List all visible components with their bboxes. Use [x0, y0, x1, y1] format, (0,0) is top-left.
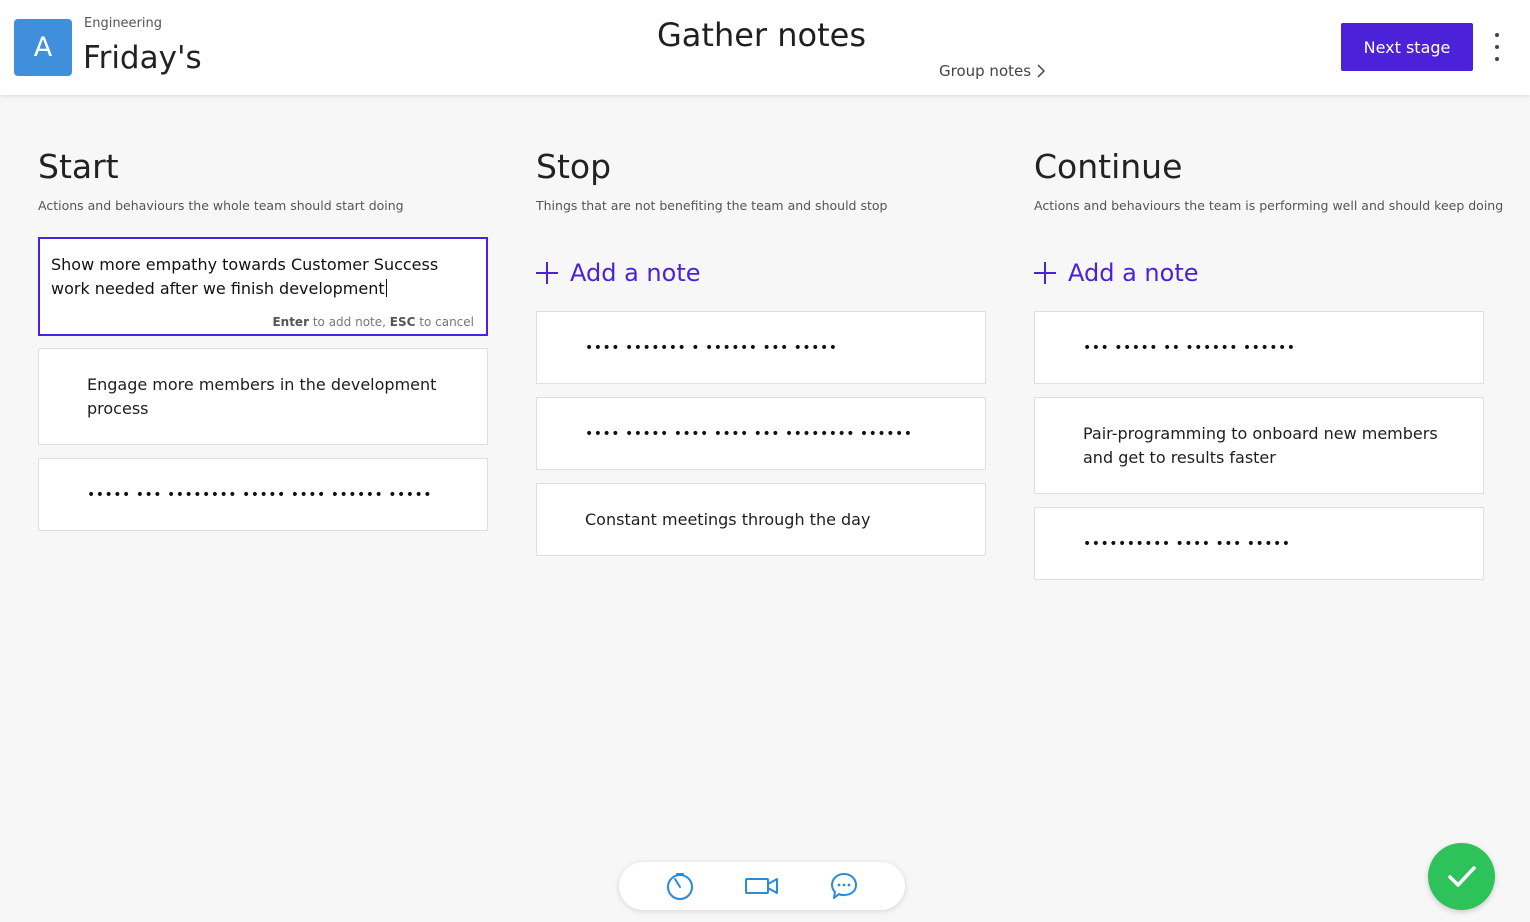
- board-avatar[interactable]: A: [14, 19, 72, 76]
- note-editor-input[interactable]: Show more empathy towards Customer Succe…: [51, 253, 474, 301]
- top-bar: A Engineering Friday's Gather notes Grou…: [0, 0, 1530, 95]
- group-notes-link[interactable]: Group notes: [939, 62, 1046, 80]
- plus-icon: [536, 262, 558, 284]
- column-description: Actions and behaviours the whole team sh…: [38, 198, 404, 213]
- team-name: Engineering: [84, 16, 162, 31]
- board-name: Friday's: [83, 40, 202, 76]
- column-stop: Stop Things that are not benefiting the …: [536, 147, 986, 569]
- note-text-obscured: •••• ••••• •••• •••• ••• •••••••• ••••••: [585, 425, 913, 442]
- note-text: Engage more members in the development p…: [87, 374, 437, 418]
- add-note-button[interactable]: Add a note: [1034, 249, 1484, 297]
- add-note-button[interactable]: Add a note: [536, 249, 986, 297]
- note-card-hidden[interactable]: •••••••••• •••• ••• •••••: [1034, 507, 1484, 580]
- group-notes-label: Group notes: [939, 62, 1032, 80]
- timer-icon: [667, 873, 693, 900]
- note-list: Engage more members in the development p…: [38, 348, 488, 531]
- note-list: ••• ••••• •• •••••• •••••• Pair-programm…: [1034, 311, 1484, 580]
- note-text-obscured: •••••••••• •••• ••• •••••: [1083, 535, 1291, 552]
- note-editor-value: Show more empathy towards Customer Succe…: [51, 255, 439, 298]
- add-note-label: Add a note: [1068, 259, 1199, 287]
- column-title: Continue: [1034, 147, 1183, 186]
- esc-hint-text: to cancel: [419, 315, 474, 329]
- dot: [1495, 45, 1499, 49]
- timer-button[interactable]: [662, 868, 698, 904]
- bottom-toolbar: [619, 862, 905, 910]
- note-text: Constant meetings through the day: [585, 509, 871, 529]
- more-options-icon[interactable]: [1487, 33, 1507, 61]
- chevron-right-icon: [1037, 64, 1046, 78]
- column-description: Actions and behaviours the team is perfo…: [1034, 198, 1504, 213]
- note-card-hidden[interactable]: ••••• ••• •••••••• ••••• •••• •••••• •••…: [38, 458, 488, 531]
- note-card-hidden[interactable]: •••• ••••••• • •••••• ••• •••••: [536, 311, 986, 384]
- text-caret: [385, 279, 387, 297]
- column-continue: Continue Actions and behaviours the team…: [1034, 147, 1504, 593]
- note-text: Pair-programming to onboard new members …: [1083, 423, 1438, 467]
- column-description: Things that are not benefiting the team …: [536, 198, 888, 213]
- next-stage-button[interactable]: Next stage: [1341, 23, 1473, 71]
- video-button[interactable]: [744, 868, 780, 904]
- esc-key-hint: ESC: [389, 315, 416, 329]
- chat-button[interactable]: [826, 868, 862, 904]
- editor-hint: Enter to add note, ESC to cancel: [272, 315, 474, 329]
- note-text-obscured: •••• ••••••• • •••••• ••• •••••: [585, 339, 838, 356]
- dot: [1495, 57, 1499, 61]
- checkmark-icon: [1447, 865, 1476, 887]
- plus-icon: [1034, 262, 1056, 284]
- column-title: Stop: [536, 147, 612, 186]
- enter-key-hint: Enter: [272, 315, 309, 329]
- chat-icon: [831, 873, 857, 899]
- stage-title: Gather notes: [656, 16, 866, 54]
- video-icon: [745, 878, 778, 894]
- note-card[interactable]: Constant meetings through the day: [536, 483, 986, 556]
- note-card[interactable]: Engage more members in the development p…: [38, 348, 488, 445]
- note-list: •••• ••••••• • •••••• ••• ••••• •••• •••…: [536, 311, 986, 556]
- note-text-obscured: ••••• ••• •••••••• ••••• •••• •••••• •••…: [87, 486, 432, 503]
- note-card-hidden[interactable]: ••• ••••• •• •••••• ••••••: [1034, 311, 1484, 384]
- note-card[interactable]: Pair-programming to onboard new members …: [1034, 397, 1484, 494]
- note-text-obscured: ••• ••••• •• •••••• ••••••: [1083, 339, 1296, 356]
- enter-hint-text: to add note,: [312, 315, 386, 329]
- dot: [1495, 33, 1499, 37]
- note-editor[interactable]: Show more empathy towards Customer Succe…: [38, 237, 488, 336]
- done-button[interactable]: [1428, 843, 1495, 910]
- add-note-label: Add a note: [570, 259, 701, 287]
- column-start: Start Actions and behaviours the whole t…: [38, 147, 488, 544]
- note-card-hidden[interactable]: •••• ••••• •••• •••• ••• •••••••• ••••••: [536, 397, 986, 470]
- column-title: Start: [38, 147, 119, 186]
